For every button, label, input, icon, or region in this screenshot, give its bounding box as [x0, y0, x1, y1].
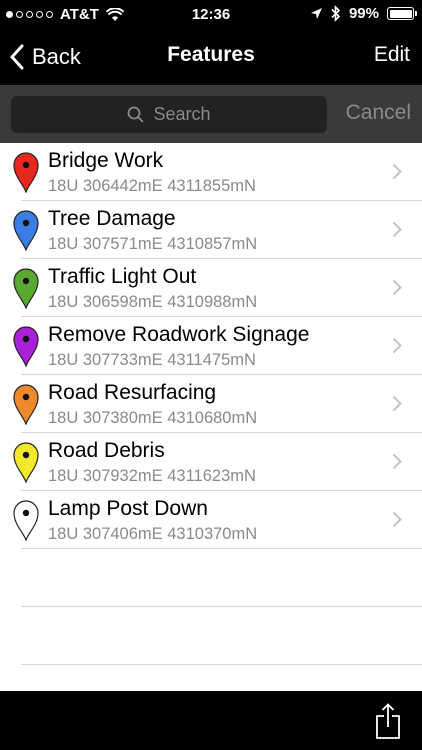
feature-list: Bridge Work 18U 306442mE 4311855mN Tree Da… [0, 143, 422, 665]
feature-title: Tree Damage [48, 207, 176, 230]
feature-coordinates: 18U 307733mE 4311475mN [48, 351, 256, 369]
feature-title: Remove Roadwork Signage [48, 323, 310, 346]
map-pin-icon [13, 152, 39, 193]
feature-coordinates: 18U 306442mE 4311855mN [48, 177, 256, 195]
map-pin-icon [13, 384, 39, 425]
battery-icon [387, 7, 417, 20]
feature-title: Traffic Light Out [48, 265, 197, 288]
chevron-right-icon [392, 279, 402, 296]
share-icon[interactable] [374, 702, 402, 740]
chevron-right-icon [392, 337, 402, 354]
search-placeholder: Search [153, 104, 211, 124]
feature-coordinates: 18U 307571mE 4310857mN [48, 235, 258, 253]
feature-row[interactable]: Remove Roadwork Signage 18U 307733mE 4311… [0, 317, 422, 375]
edit-button[interactable]: Edit [374, 43, 410, 67]
feature-coordinates: 18U 306598mE 4310988mN [48, 293, 258, 311]
feature-title: Road Debris [48, 439, 165, 462]
location-arrow-icon [310, 8, 322, 19]
chevron-right-icon [392, 453, 402, 470]
feature-coordinates: 18U 307406mE 4310370mN [48, 525, 258, 543]
feature-title: Lamp Post Down [48, 497, 208, 520]
map-pin-icon [13, 500, 39, 541]
page-title: Features [167, 43, 255, 66]
feature-row[interactable]: Road Debris 18U 307932mE 4311623mN [0, 433, 422, 491]
map-pin-icon [13, 268, 39, 309]
feature-title: Bridge Work [48, 149, 164, 172]
battery-percent: 99% [348, 5, 379, 22]
search-icon [128, 106, 144, 123]
empty-row [0, 549, 422, 607]
feature-row[interactable]: Bridge Work 18U 306442mE 4311855mN [0, 143, 422, 201]
features-screen: AT&T 12:36 99% Back Features Edit Search… [0, 0, 422, 750]
chevron-right-icon [392, 163, 402, 180]
feature-row[interactable]: Traffic Light Out 18U 306598mE 4310988mN [0, 259, 422, 317]
bottom-toolbar [0, 691, 422, 750]
status-right: 99% [310, 5, 417, 22]
map-pin-icon [13, 326, 39, 367]
feature-coordinates: 18U 307380mE 4310680mN [48, 409, 258, 427]
status-bar: AT&T 12:36 99% [0, 0, 422, 30]
cancel-button[interactable]: Cancel [346, 101, 411, 125]
navigation-bar: Back Features Edit [0, 30, 422, 85]
chevron-right-icon [392, 511, 402, 528]
search-input[interactable]: Search [11, 96, 327, 133]
chevron-right-icon [392, 395, 402, 412]
feature-title: Road Resurfacing [48, 381, 217, 404]
map-pin-icon [13, 442, 39, 483]
chevron-right-icon [392, 221, 402, 238]
search-bar: Search Cancel [0, 85, 422, 143]
map-pin-icon [13, 210, 39, 251]
feature-row[interactable]: Tree Damage 18U 307571mE 4310857mN [0, 201, 422, 259]
feature-row[interactable]: Road Resurfacing 18U 307380mE 4310680mN [0, 375, 422, 433]
feature-coordinates: 18U 307932mE 4311623mN [48, 467, 256, 485]
feature-row[interactable]: Lamp Post Down 18U 307406mE 4310370mN [0, 491, 422, 549]
empty-row [0, 607, 422, 665]
bluetooth-icon [331, 5, 341, 22]
